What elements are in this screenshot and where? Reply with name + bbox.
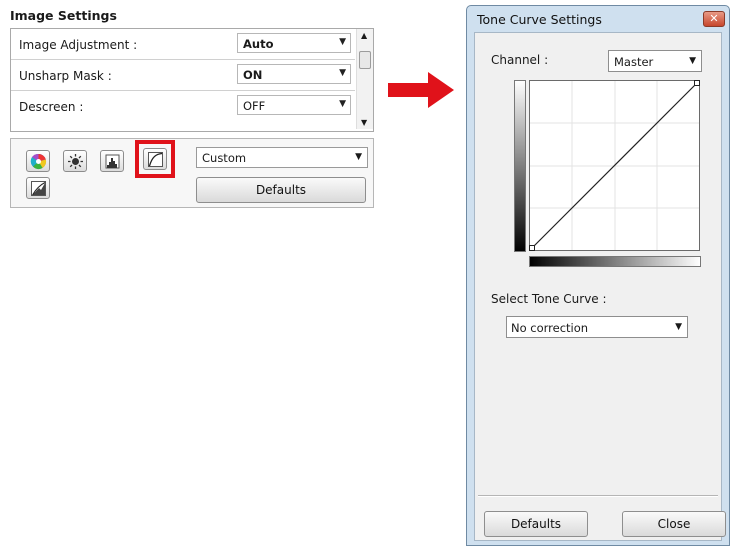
image-settings-list: Image Adjustment : Auto ▼ Unsharp Mask :…	[10, 28, 374, 132]
unsharp-mask-value: ON	[243, 68, 263, 82]
color-balance-icon	[30, 153, 47, 170]
channel-label: Channel :	[491, 53, 549, 67]
final-review-icon	[31, 181, 46, 196]
close-icon[interactable]: ✕	[703, 11, 725, 27]
chevron-down-icon: ▼	[339, 37, 346, 47]
preset-select[interactable]: Custom ▼	[196, 147, 368, 168]
histogram-button[interactable]	[100, 150, 124, 172]
descreen-label: Descreen :	[19, 100, 84, 114]
image-adjustment-label: Image Adjustment :	[19, 38, 138, 52]
descreen-row: Descreen : OFF ▼	[11, 91, 355, 121]
tone-curve-value: No correction	[511, 321, 589, 335]
dialog-separator	[478, 495, 718, 497]
scroll-down-icon[interactable]: ▼	[361, 118, 367, 127]
chevron-down-icon: ▼	[355, 152, 362, 162]
scroll-thumb[interactable]	[359, 51, 371, 69]
channel-select[interactable]: Master ▼	[608, 50, 702, 72]
final-review-button[interactable]	[26, 177, 50, 199]
chevron-down-icon: ▼	[689, 56, 696, 66]
brightness-icon	[68, 154, 83, 169]
preset-value: Custom	[202, 151, 247, 165]
arrow-right-icon	[388, 72, 454, 108]
input-gradient-bar	[529, 256, 701, 267]
descreen-value: OFF	[243, 99, 266, 113]
color-balance-button[interactable]	[26, 150, 50, 172]
settings-scrollbar[interactable]: ▲ ▼	[356, 29, 373, 129]
tone-curve-graph[interactable]	[529, 80, 701, 252]
histogram-icon	[105, 154, 120, 169]
image-settings-title: Image Settings	[10, 8, 117, 23]
chevron-down-icon: ▼	[339, 99, 346, 109]
image-adjustment-row: Image Adjustment : Auto ▼	[11, 29, 355, 60]
tone-curve-highlight	[135, 140, 175, 178]
chevron-down-icon: ▼	[675, 322, 682, 332]
brightness-contrast-button[interactable]	[63, 150, 87, 172]
dialog-close-button[interactable]: Close	[622, 511, 726, 537]
unsharp-mask-label: Unsharp Mask :	[19, 69, 112, 83]
select-tone-curve-label: Select Tone Curve :	[491, 292, 607, 306]
defaults-button[interactable]: Defaults	[196, 177, 366, 203]
channel-value: Master	[614, 55, 654, 69]
image-adjustment-value: Auto	[243, 37, 274, 51]
curve-end-handle[interactable]	[694, 80, 700, 86]
scroll-up-icon[interactable]: ▲	[361, 31, 367, 40]
descreen-select[interactable]: OFF ▼	[237, 95, 351, 115]
dialog-title: Tone Curve Settings	[477, 12, 602, 27]
output-gradient-bar	[514, 80, 526, 252]
chevron-down-icon: ▼	[339, 68, 346, 78]
dialog-defaults-button[interactable]: Defaults	[484, 511, 588, 537]
unsharp-mask-select[interactable]: ON ▼	[237, 64, 351, 84]
image-adjustment-select[interactable]: Auto ▼	[237, 33, 351, 53]
curve-start-handle[interactable]	[529, 245, 535, 251]
unsharp-mask-row: Unsharp Mask : ON ▼	[11, 60, 355, 91]
tone-curve-select[interactable]: No correction ▼	[506, 316, 688, 338]
